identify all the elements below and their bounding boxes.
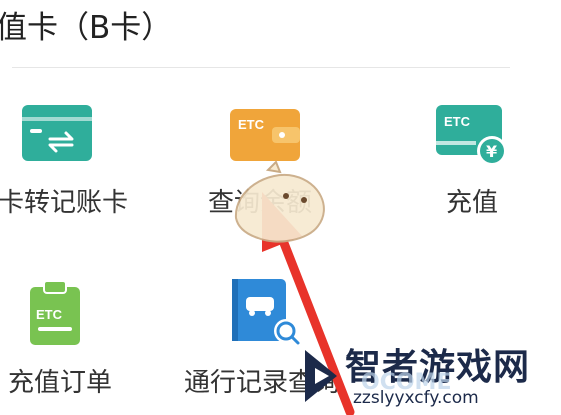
mascot-cursor-icon [234, 160, 325, 243]
watermark: 智者游戏网 OCOME zzslyyxcfy.com [295, 344, 555, 410]
watermark-url: zzslyyxcfy.com [353, 388, 479, 408]
watermark-logo-icon [305, 350, 337, 402]
